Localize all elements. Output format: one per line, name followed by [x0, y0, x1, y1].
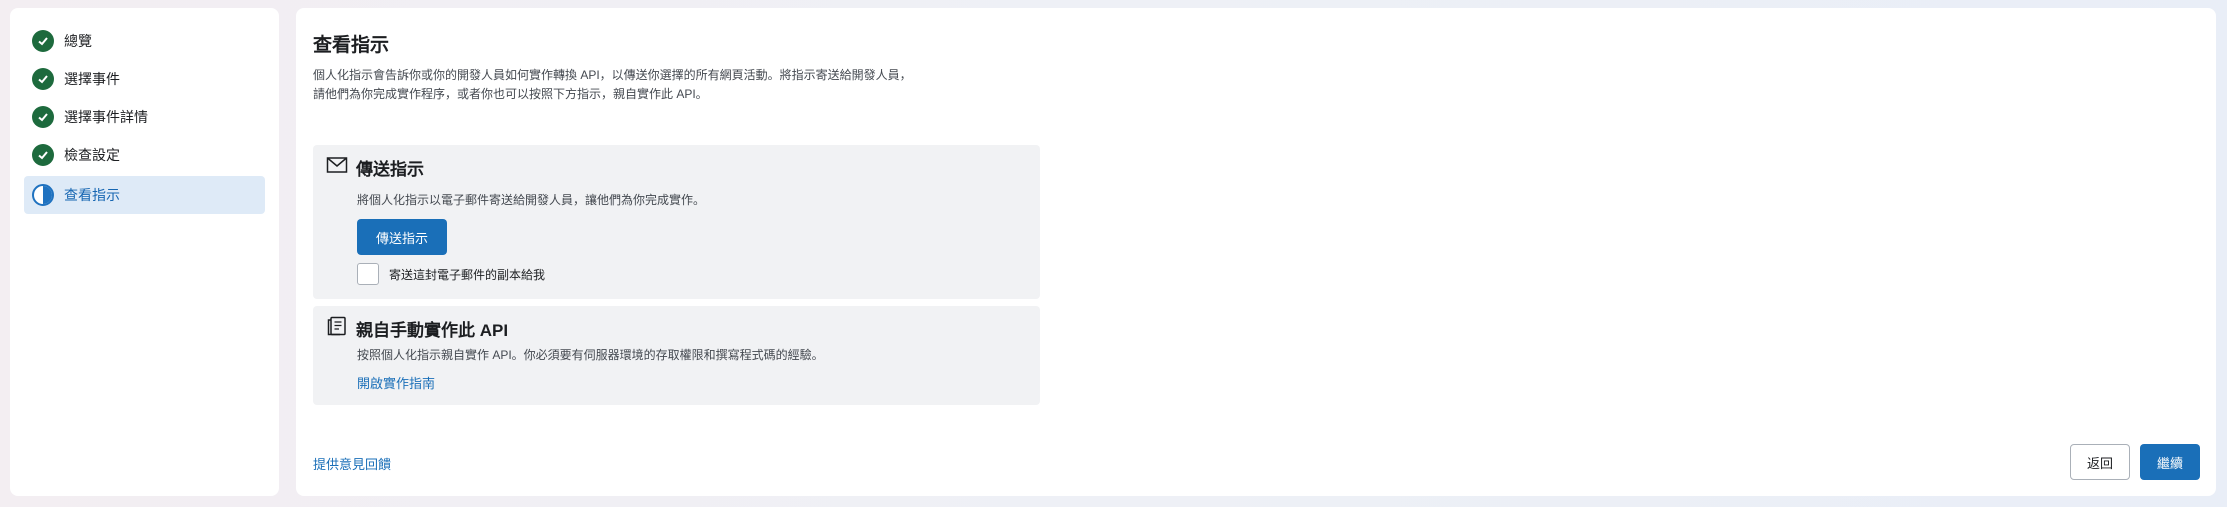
copy-checkbox[interactable]: [357, 263, 379, 285]
feedback-link[interactable]: 提供意見回饋: [313, 454, 391, 473]
card-title: 親自手動實作此 API: [356, 321, 509, 340]
page-title: 查看指示: [313, 35, 390, 56]
card-description: 按照個人化指示親自實作 API。你必須要有伺服器環境的存取權限和撰寫程式碼的經驗…: [357, 348, 824, 362]
send-instructions-button[interactable]: 傳送指示: [357, 219, 447, 255]
half-circle-icon: [32, 184, 54, 206]
card-header: 親自手動實作此 API: [326, 316, 508, 341]
card-header: 傳送指示: [326, 155, 424, 180]
continue-button[interactable]: 繼續: [2140, 444, 2200, 480]
manual-implementation-card: 親自手動實作此 API 按照個人化指示親自實作 API。你必須要有伺服器環境的存…: [313, 306, 1040, 405]
check-icon: [32, 144, 54, 166]
back-button[interactable]: 返回: [2070, 444, 2130, 480]
step-select-event-details[interactable]: 選擇事件詳情: [24, 98, 265, 136]
step-label: 檢查設定: [64, 147, 120, 163]
check-icon: [32, 30, 54, 52]
card-description: 將個人化指示以電子郵件寄送給開發人員，讓他們為你完成實作。: [357, 193, 706, 207]
step-label: 選擇事件詳情: [64, 109, 148, 125]
page-description: 個人化指示會告訴你或你的開發人員如何實作轉換 API，以傳送你選擇的所有網頁活動…: [313, 68, 912, 101]
document-icon: [326, 316, 348, 341]
step-view-instructions[interactable]: 查看指示: [24, 176, 265, 214]
envelope-icon: [326, 156, 348, 179]
copy-checkbox-row[interactable]: 寄送這封電子郵件的副本給我: [357, 263, 545, 285]
main-panel: 查看指示 個人化指示會告訴你或你的開發人員如何實作轉換 API，以傳送你選擇的所…: [296, 8, 2216, 496]
step-label: 總覽: [64, 33, 92, 49]
step-sidebar: 總覽 選擇事件 選擇事件詳情 檢查設定 查看指示: [10, 8, 279, 496]
step-review-settings[interactable]: 檢查設定: [24, 136, 265, 174]
step-label: 選擇事件: [64, 71, 120, 87]
send-instructions-card: 傳送指示 將個人化指示以電子郵件寄送給開發人員，讓他們為你完成實作。 傳送指示 …: [313, 145, 1040, 299]
card-title: 傳送指示: [356, 160, 424, 179]
open-guide-link[interactable]: 開啟實作指南: [357, 373, 435, 392]
step-select-events[interactable]: 選擇事件: [24, 60, 265, 98]
checkbox-label: 寄送這封電子郵件的副本給我: [389, 267, 546, 282]
check-icon: [32, 68, 54, 90]
step-label: 查看指示: [64, 187, 120, 203]
step-overview[interactable]: 總覽: [24, 22, 265, 60]
check-icon: [32, 106, 54, 128]
